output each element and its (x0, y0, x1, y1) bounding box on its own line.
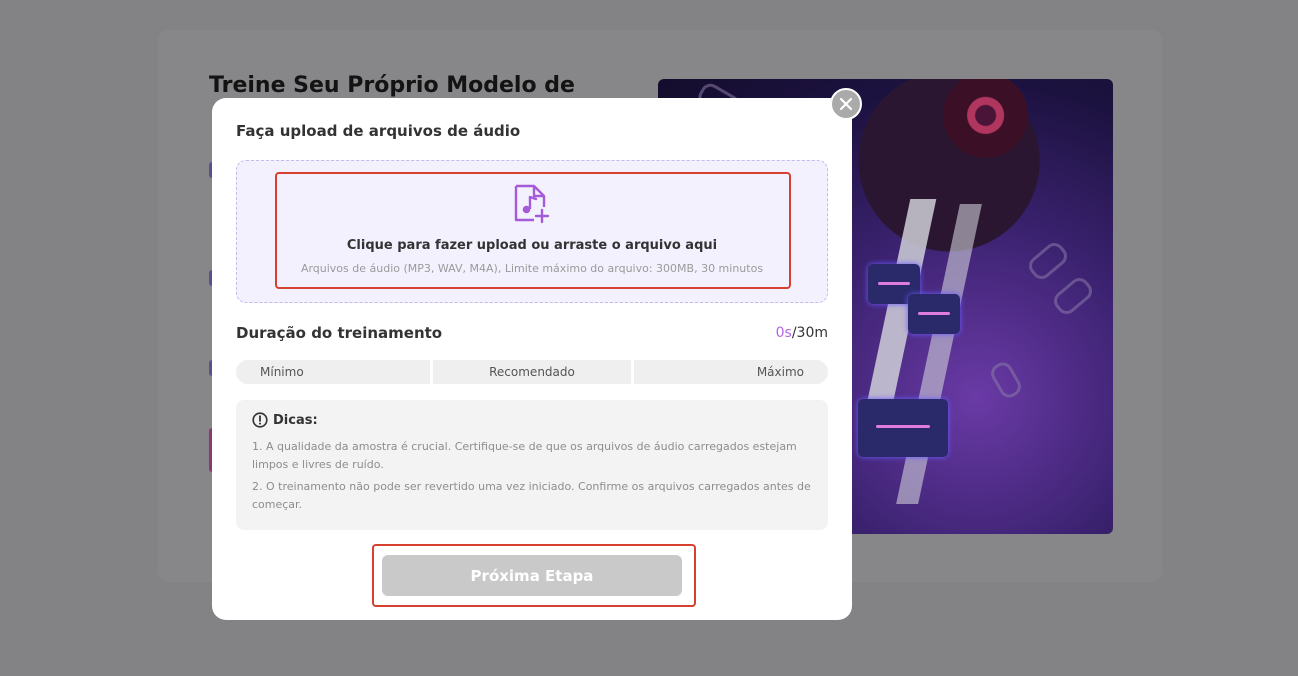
duration-value: 0s/30m (776, 325, 828, 341)
upload-file-limits: Arquivos de áudio (MP3, WAV, M4A), Limit… (300, 262, 764, 275)
info-icon (252, 412, 268, 428)
close-icon (839, 97, 853, 111)
upload-instruction: Clique para fazer upload ou arraste o ar… (346, 238, 718, 253)
duration-range-bar: Mínimo Recomendado Máximo (236, 360, 828, 384)
range-segment-minimum: Mínimo (236, 360, 430, 384)
range-segment-recommended: Recomendado (433, 360, 631, 384)
close-button[interactable] (830, 88, 862, 120)
music-file-add-icon (514, 184, 550, 224)
duration-current: 0s (775, 325, 792, 341)
tips-panel: Dicas: 1. A qualidade da amostra é cruci… (236, 400, 828, 530)
duration-max: 30m (796, 325, 828, 341)
modal-title: Faça upload de arquivos de áudio (236, 122, 521, 140)
tips-header: Dicas: (252, 412, 812, 428)
tip-item: 2. O treinamento não pode ser revertido … (252, 480, 811, 511)
range-segment-maximum: Máximo (634, 360, 828, 384)
duration-label: Duração do treinamento (236, 324, 443, 342)
upload-modal: Faça upload de arquivos de áudio Clique … (212, 98, 852, 620)
tips-title: Dicas: (273, 412, 318, 428)
tip-item: 1. A qualidade da amostra é crucial. Cer… (252, 440, 797, 471)
tips-list: 1. A qualidade da amostra é crucial. Cer… (252, 438, 812, 514)
next-step-button[interactable]: Próxima Etapa (382, 555, 682, 596)
upload-dropzone[interactable] (236, 160, 828, 303)
